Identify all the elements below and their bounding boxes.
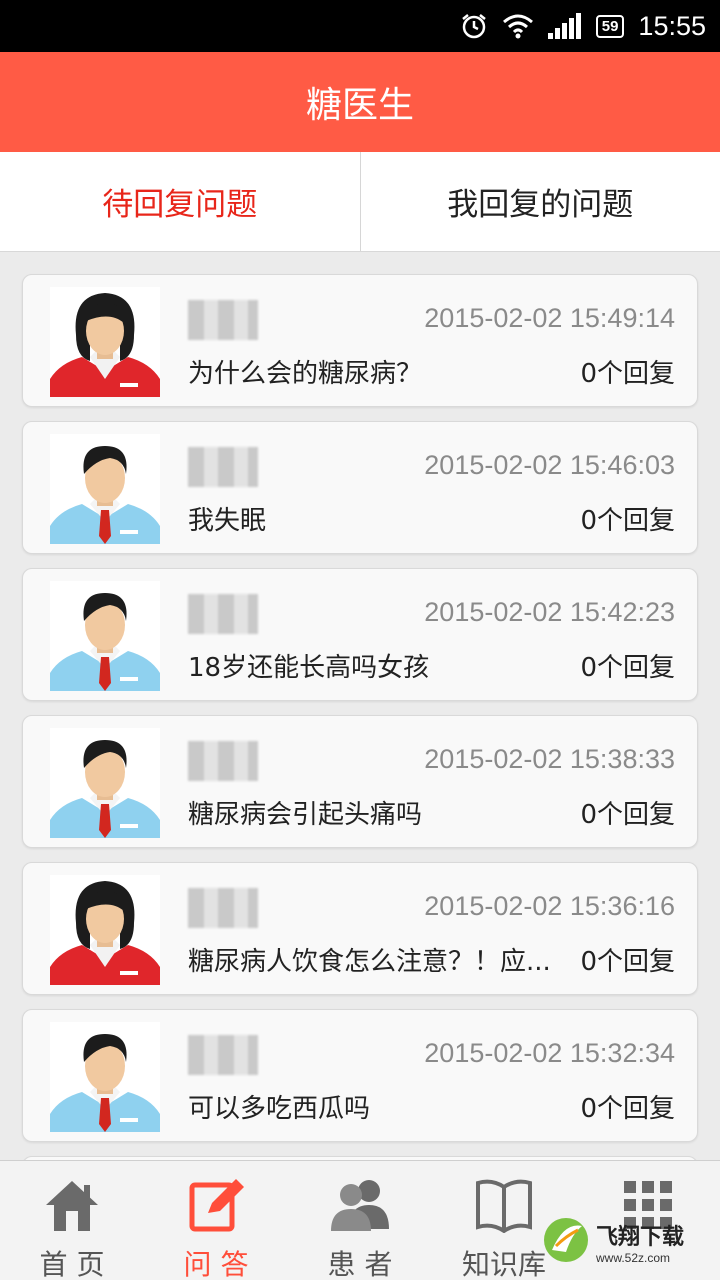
reply-count: 0个回复 bbox=[580, 1094, 675, 1124]
avatar bbox=[50, 1022, 160, 1132]
wifi-icon bbox=[502, 13, 534, 39]
question-time: 2015-02-02 15:49:14 bbox=[424, 303, 675, 333]
blurred-username bbox=[188, 1035, 258, 1075]
question-card[interactable]: 2015-02-02 15:49:14 为什么会的糖尿病？ 0个回复 bbox=[22, 274, 698, 407]
app-header: 糖医生 bbox=[0, 52, 720, 152]
nav-knowledge-label: 知识库 bbox=[461, 1248, 546, 1280]
reply-count: 0个回复 bbox=[580, 947, 675, 977]
status-time: 15:55 bbox=[638, 10, 706, 41]
question-list[interactable]: 2015-02-02 15:49:14 为什么会的糖尿病？ 0个回复 2015-… bbox=[0, 252, 720, 1160]
watermark-text: 飞翔下载 bbox=[596, 1225, 685, 1250]
tab-pending-questions[interactable]: 待回复问题 bbox=[0, 152, 360, 251]
blurred-username bbox=[188, 888, 258, 928]
blurred-username bbox=[188, 447, 258, 487]
status-bar: 59 15:55 bbox=[0, 0, 720, 52]
nav-home-label: 首 页 bbox=[39, 1248, 105, 1280]
nav-qa-label: 问 答 bbox=[183, 1248, 249, 1280]
watermark-logo-icon bbox=[542, 1216, 590, 1268]
question-time: 2015-02-02 15:38:33 bbox=[424, 744, 675, 774]
page-title: 糖医生 bbox=[305, 85, 414, 126]
nav-patients-label: 患 者 bbox=[327, 1248, 393, 1280]
nav-qa[interactable]: 问 答 bbox=[144, 1161, 288, 1280]
patients-icon bbox=[327, 1177, 393, 1237]
question-time: 2015-02-02 15:32:34 bbox=[424, 1038, 675, 1068]
question-time: 2015-02-02 15:42:23 bbox=[424, 597, 675, 627]
question-card[interactable]: 2015-02-02 15:46:03 我失眠 0个回复 bbox=[22, 421, 698, 554]
avatar bbox=[50, 581, 160, 691]
question-card[interactable]: 2015-02-02 15:42:23 18岁还能长高吗女孩 0个回复 bbox=[22, 568, 698, 701]
edit-icon bbox=[186, 1177, 246, 1237]
watermark-url: www.52z.com bbox=[596, 1251, 671, 1265]
question-card[interactable]: 2015-02-02 15:32:34 可以多吃西瓜吗 0个回复 bbox=[22, 1009, 698, 1142]
battery-icon: 59 bbox=[595, 14, 625, 38]
signal-icon bbox=[547, 13, 582, 39]
avatar bbox=[50, 728, 160, 838]
question-text: 我失眠 bbox=[188, 506, 267, 536]
avatar bbox=[50, 287, 160, 397]
question-time: 2015-02-02 15:46:03 bbox=[424, 450, 675, 480]
alarm-icon bbox=[460, 12, 488, 40]
question-card[interactable]: 2015-02-02 15:38:33 糖尿病会引起头痛吗 0个回复 bbox=[22, 715, 698, 848]
question-text: 为什么会的糖尿病？ bbox=[188, 359, 423, 389]
reply-count: 0个回复 bbox=[580, 653, 675, 683]
blurred-username bbox=[188, 300, 258, 340]
question-card[interactable]: 2015-02-02 15:36:16 糖尿病人饮食怎么注意？！应... 0个回… bbox=[22, 862, 698, 995]
nav-patients[interactable]: 患 者 bbox=[288, 1161, 432, 1280]
question-text: 糖尿病人饮食怎么注意？！应... bbox=[188, 947, 551, 977]
blurred-username bbox=[188, 741, 258, 781]
question-text: 18岁还能长高吗女孩 bbox=[188, 653, 430, 683]
question-text: 糖尿病会引起头痛吗 bbox=[188, 800, 423, 830]
book-icon bbox=[474, 1177, 534, 1237]
home-icon bbox=[42, 1177, 102, 1237]
reply-count: 0个回复 bbox=[580, 800, 675, 830]
nav-home[interactable]: 首 页 bbox=[0, 1161, 144, 1280]
reply-count: 0个回复 bbox=[580, 506, 675, 536]
reply-count: 0个回复 bbox=[580, 359, 675, 389]
watermark: 飞翔下载 www.52z.com bbox=[542, 1212, 712, 1272]
tab-bar: 待回复问题 我回复的问题 bbox=[0, 152, 720, 252]
avatar bbox=[50, 434, 160, 544]
question-time: 2015-02-02 15:36:16 bbox=[424, 891, 675, 921]
question-text: 可以多吃西瓜吗 bbox=[188, 1094, 371, 1124]
blurred-username bbox=[188, 594, 258, 634]
tab-my-replies[interactable]: 我回复的问题 bbox=[361, 152, 720, 251]
avatar bbox=[50, 875, 160, 985]
